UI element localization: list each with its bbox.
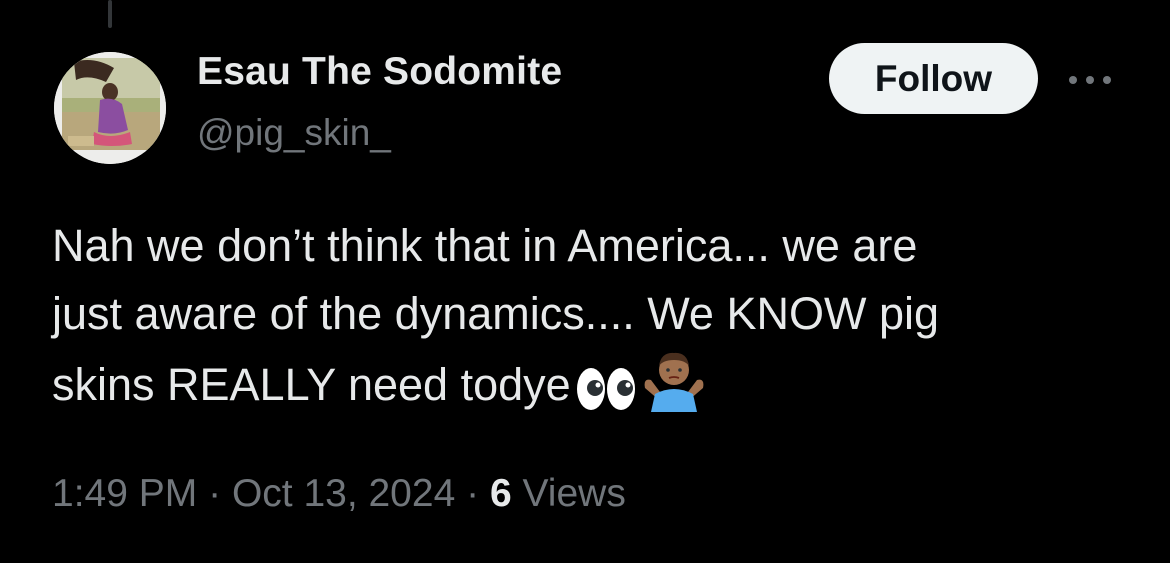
author-handle[interactable]: @pig_skin_ <box>197 112 391 154</box>
tweet-text-line: Nah we don’t think that in America... we… <box>52 220 918 271</box>
tweet-meta: 1:49 PM · Oct 13, 2024 · 6 Views <box>52 472 626 516</box>
author-display-name[interactable]: Esau The Sodomite <box>197 50 562 94</box>
views-label: Views <box>522 472 626 515</box>
tweet-time[interactable]: 1:49 PM <box>52 472 197 515</box>
avatar[interactable] <box>54 52 166 164</box>
thread-connector-line <box>108 0 112 28</box>
tweet-text: Nah we don’t think that in America... we… <box>52 212 1132 431</box>
follow-button[interactable]: Follow <box>829 43 1038 114</box>
tweet-date[interactable]: Oct 13, 2024 <box>232 472 455 515</box>
meta-separator: · <box>466 472 480 515</box>
tweet-text-segment: skins REALLY need todye <box>52 359 571 410</box>
meta-separator: · <box>208 472 222 515</box>
person-shrugging-emoji-icon <box>641 348 707 431</box>
tweet-text-line: just aware of the dynamics.... We KNOW p… <box>52 288 939 339</box>
views-count[interactable]: 6 <box>490 472 512 515</box>
more-options-icon[interactable] <box>1066 70 1114 90</box>
eyes-emoji-icon <box>575 363 637 431</box>
avatar-image <box>54 52 166 164</box>
tweet-text-line: skins REALLY need todye <box>52 348 1132 431</box>
